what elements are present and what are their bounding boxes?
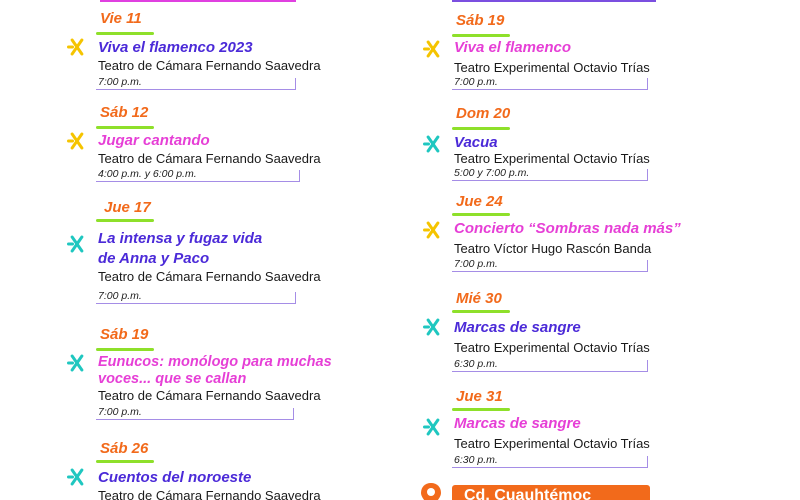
event-date: Mié 30 xyxy=(456,290,502,307)
sparkle-icon-teal xyxy=(66,352,88,374)
event-item: Mié 30 Marcas de sangre Teatro Experimen… xyxy=(422,290,782,374)
event-title: Jugar cantando xyxy=(98,132,210,149)
sparkle-icon-teal xyxy=(66,233,88,255)
event-title: Marcas de sangre xyxy=(454,319,581,336)
event-title: Viva el flamenco xyxy=(454,39,571,56)
date-underline xyxy=(96,32,154,35)
sparkle-icon-yellow xyxy=(66,130,88,152)
time-frame xyxy=(452,169,648,181)
time-frame xyxy=(96,292,296,304)
event-venue: Teatro de Cámara Fernando Saavedra xyxy=(98,58,321,73)
event-item: Jue 31 Marcas de sangre Teatro Experimen… xyxy=(422,388,782,472)
time-frame xyxy=(452,78,648,90)
date-underline xyxy=(96,460,154,463)
time-frame xyxy=(96,170,300,182)
time-frame xyxy=(96,78,296,90)
event-venue: Teatro Experimental Octavio Trías xyxy=(454,436,650,451)
event-date: Jue 17 xyxy=(104,199,151,216)
date-underline xyxy=(452,408,510,411)
event-venue: Teatro Experimental Octavio Trías xyxy=(454,60,650,75)
sparkle-icon-yellow xyxy=(66,36,88,58)
sparkle-icon-teal xyxy=(422,133,444,155)
event-date: Jue 24 xyxy=(456,193,503,210)
event-title: Viva el flamenco 2023 xyxy=(98,39,253,56)
event-date: Vie 11 xyxy=(100,10,142,27)
sparkle-icon-teal xyxy=(66,466,88,488)
event-venue: Teatro de Cámara Fernando Saavedra xyxy=(98,488,321,500)
event-venue: Teatro de Cámara Fernando Saavedra xyxy=(98,269,321,284)
sparkle-icon-yellow xyxy=(422,219,444,241)
event-title: Marcas de sangre xyxy=(454,415,581,432)
date-underline xyxy=(452,213,510,216)
event-venue: Teatro de Cámara Fernando Saavedra xyxy=(98,151,321,166)
date-underline xyxy=(452,34,510,37)
event-date: Jue 31 xyxy=(456,388,503,405)
location-label: Cd. Cuauhtémoc xyxy=(452,485,650,500)
top-divider-right xyxy=(452,0,656,2)
event-venue: Teatro Víctor Hugo Rascón Banda xyxy=(454,241,652,256)
event-item: Sáb 12 Jugar cantando Teatro de Cámara F… xyxy=(66,104,396,188)
date-underline xyxy=(96,126,154,129)
event-item: Vie 11 Viva el flamenco 2023 Teatro de C… xyxy=(66,10,396,94)
event-item: Jue 24 Concierto “Sombras nada más” Teat… xyxy=(422,193,782,277)
event-item: Sáb 26 Cuentos del noroeste Teatro de Cá… xyxy=(66,440,396,500)
sparkle-icon-yellow xyxy=(422,38,444,60)
date-underline xyxy=(96,348,154,351)
time-frame xyxy=(452,360,648,372)
event-date: Sáb 19 xyxy=(100,326,149,343)
location-pin-icon xyxy=(418,482,444,500)
event-date: Dom 20 xyxy=(456,105,511,122)
event-title-line2: de Anna y Paco xyxy=(98,250,210,267)
event-item: Jue 17 La intensa y fugaz vida de Anna y… xyxy=(66,199,396,309)
time-frame xyxy=(452,260,648,272)
event-item: Sáb 19 Viva el flamenco Teatro Experimen… xyxy=(422,12,782,96)
event-venue: Teatro Experimental Octavio Trías xyxy=(454,151,650,166)
date-underline xyxy=(96,219,154,222)
event-title: Concierto “Sombras nada más” xyxy=(454,220,681,237)
sparkle-icon-teal xyxy=(422,416,444,438)
event-title: Cuentos del noroeste xyxy=(98,469,252,486)
event-item: Sáb 19 Eunucos: monólogo para muchas voc… xyxy=(66,326,396,426)
event-venue: Teatro Experimental Octavio Trías xyxy=(454,340,650,355)
top-divider-left xyxy=(100,0,296,2)
time-frame xyxy=(452,456,648,468)
event-item: Dom 20 Vacua Teatro Experimental Octavio… xyxy=(422,105,782,189)
location-banner: Cd. Cuauhtémoc xyxy=(418,480,658,500)
date-underline xyxy=(452,310,510,313)
event-date: Sáb 26 xyxy=(100,440,149,457)
date-underline xyxy=(452,127,510,130)
event-title-line2: voces... que se callan xyxy=(98,371,247,387)
sparkle-icon-teal xyxy=(422,316,444,338)
time-frame xyxy=(96,408,294,420)
event-title: Vacua xyxy=(454,134,498,151)
event-date: Sáb 19 xyxy=(456,12,505,29)
event-title: La intensa y fugaz vida xyxy=(98,230,263,247)
event-date: Sáb 12 xyxy=(100,104,149,121)
event-venue: Teatro de Cámara Fernando Saavedra xyxy=(98,388,321,403)
